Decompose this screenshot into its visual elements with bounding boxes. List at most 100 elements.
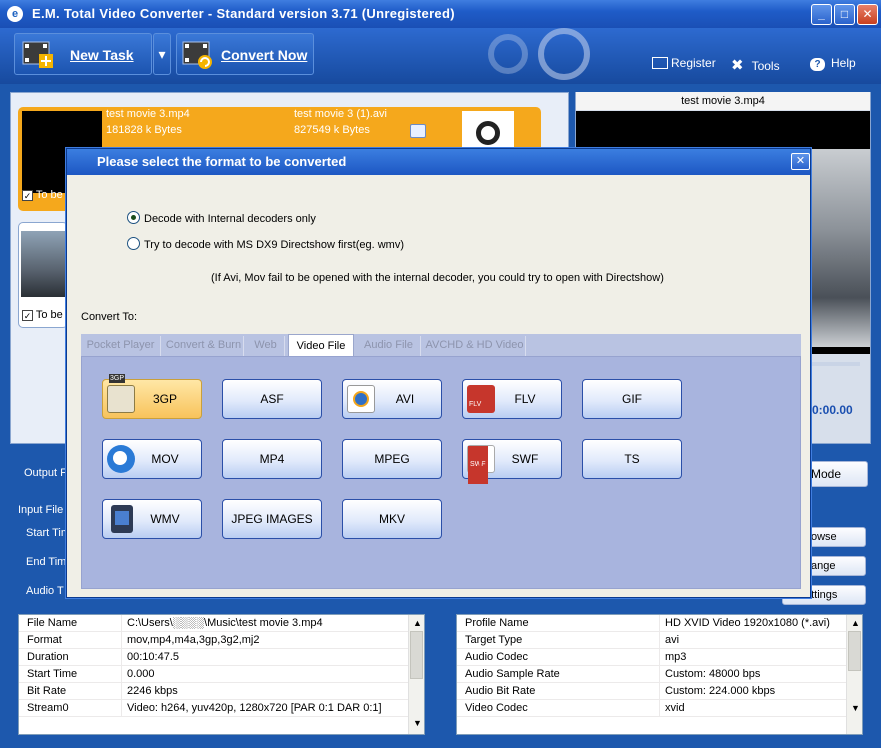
title-bar[interactable]: e E.M. Total Video Converter - Standard …: [0, 0, 881, 28]
row-value: 00:10:47.5: [127, 651, 179, 663]
help-link[interactable]: ? Help: [810, 56, 856, 71]
task-thumbnail-2: [21, 231, 67, 297]
task-source-name: test movie 3.mp4: [106, 108, 190, 120]
wrench-icon: ✖: [731, 57, 744, 74]
format-wmv-label: WMV: [150, 512, 180, 526]
maximize-button[interactable]: □: [834, 4, 855, 25]
video-frame: [812, 149, 870, 347]
scroll-thumb[interactable]: [848, 631, 861, 671]
start-time-label: Start Tim: [26, 527, 71, 539]
scroll-down-icon[interactable]: ▼: [413, 718, 422, 728]
format-jpeg-button[interactable]: JPEG IMAGES: [222, 499, 322, 539]
row-key: Audio Bit Rate: [465, 685, 536, 697]
row-key: Start Time: [27, 668, 78, 680]
format-mp4-button[interactable]: MP4: [222, 439, 322, 479]
task-checkbox-2[interactable]: ✓ To be: [22, 309, 63, 321]
radio-internal-decoders[interactable]: Decode with Internal decoders only: [127, 211, 316, 225]
input-list-scrollbar[interactable]: ▲ ▼: [408, 615, 424, 734]
output-list-scrollbar[interactable]: ▲ ▼: [846, 615, 862, 734]
radio-directshow[interactable]: Try to decode with MS DX9 Directshow fir…: [127, 237, 404, 251]
tab-avchd-hd-video[interactable]: AVCHD & HD Video: [424, 336, 526, 356]
mode-button[interactable]: Mode: [806, 461, 868, 487]
tools-link[interactable]: ✖ Tools: [731, 56, 780, 74]
table-row[interactable]: Format mov,mp4,m4a,3gp,3g2,mj2: [19, 632, 408, 649]
row-key: Video Codec: [465, 702, 528, 714]
radio-unselected-icon: [127, 237, 140, 250]
format-grid: 3GP 3GP ASF AVI FLV FLV GIF MOV MP4 MPEG…: [81, 356, 801, 589]
scroll-down-icon[interactable]: ▼: [851, 703, 860, 713]
format-ts-button[interactable]: TS: [582, 439, 682, 479]
format-mpeg-button[interactable]: MPEG: [342, 439, 442, 479]
row-value: 2246 kbps: [127, 685, 178, 697]
format-mkv-button[interactable]: MKV: [342, 499, 442, 539]
task-checkbox-1[interactable]: ✓ To be: [22, 189, 63, 201]
row-divider: [457, 716, 846, 717]
scroll-up-icon[interactable]: ▲: [413, 618, 422, 628]
table-row[interactable]: Target Type avi: [457, 632, 846, 649]
row-value: Custom: 224.000 kbps: [665, 685, 776, 697]
format-mov-button[interactable]: MOV: [102, 439, 202, 479]
format-3gp-button[interactable]: 3GP 3GP: [102, 374, 202, 419]
format-wmv-button[interactable]: WMV: [102, 499, 202, 539]
format-mp4-label: MP4: [259, 452, 285, 466]
row-key: Audio Codec: [465, 651, 528, 663]
convert-now-button[interactable]: Convert Now: [176, 33, 314, 75]
output-info-list[interactable]: Profile Name HD XVID Video 1920x1080 (*.a…: [456, 614, 863, 735]
table-row[interactable]: Audio Codec mp3: [457, 649, 846, 666]
dialog-title-bar[interactable]: Please select the format to be converted…: [67, 149, 810, 175]
format-flv-label: FLV: [514, 392, 536, 406]
preview-timecode: 0:00.00: [812, 403, 853, 417]
preview-seek-bar[interactable]: [812, 362, 860, 366]
table-row[interactable]: File Name C:\Users\░░░░\Music\test movie …: [19, 615, 408, 632]
row-value: mp3: [665, 651, 687, 663]
format-asf-button[interactable]: ASF: [222, 379, 322, 419]
table-row[interactable]: Audio Sample Rate Custom: 48000 bps: [457, 666, 846, 683]
tab-audio-file[interactable]: Audio File: [357, 336, 421, 356]
tab-video-file[interactable]: Video File: [288, 334, 354, 356]
table-row[interactable]: Profile Name HD XVID Video 1920x1080 (*.a…: [457, 615, 846, 632]
format-avi-label: AVI: [395, 392, 415, 406]
scroll-up-icon[interactable]: ▲: [851, 618, 860, 628]
format-ts-label: TS: [624, 452, 640, 466]
dialog-close-button[interactable]: ✕: [791, 153, 810, 170]
format-asf-label: ASF: [260, 392, 284, 406]
format-mov-label: MOV: [151, 452, 179, 466]
row-key: Format: [27, 634, 62, 646]
row-value: avi: [665, 634, 680, 646]
minimize-button[interactable]: _: [811, 4, 832, 25]
tab-convert-burn[interactable]: Convert & Burn: [164, 336, 244, 356]
app-logo-icon: e: [7, 6, 23, 22]
task-target-name: test movie 3 (1).avi: [294, 108, 387, 120]
format-swf-button[interactable]: SWF ƒ SWF: [462, 439, 562, 484]
output-folder-label: Output F: [24, 467, 67, 479]
radio-selected-icon: [127, 211, 140, 224]
scroll-thumb[interactable]: [410, 631, 423, 679]
task-source-size: 181828 k Bytes: [106, 124, 182, 136]
magnify-icon[interactable]: [410, 124, 426, 138]
new-task-dropdown[interactable]: ▾: [153, 33, 171, 75]
register-link[interactable]: Register: [652, 56, 716, 70]
convert-now-label: Convert Now: [221, 47, 308, 63]
help-label: Help: [831, 56, 856, 70]
close-window-button[interactable]: ✕: [857, 4, 878, 25]
row-value: HD XVID Video 1920x1080 (*.avi): [665, 617, 830, 629]
format-gif-button[interactable]: GIF: [582, 379, 682, 419]
row-key: Audio Sample Rate: [465, 668, 560, 680]
row-value: 0.000: [127, 668, 155, 680]
table-row[interactable]: Audio Bit Rate Custom: 224.000 kbps: [457, 683, 846, 700]
new-task-button[interactable]: New Task: [14, 33, 152, 75]
table-row[interactable]: Stream0 Video: h264, yuv420p, 1280x720 [P…: [19, 700, 408, 717]
tab-pocket-player[interactable]: Pocket Player: [81, 336, 161, 356]
table-row[interactable]: Duration 00:10:47.5: [19, 649, 408, 666]
row-key: Bit Rate: [27, 685, 67, 697]
format-flv-button[interactable]: FLV FLV: [462, 379, 562, 419]
tab-web[interactable]: Web: [247, 336, 285, 356]
format-avi-button[interactable]: AVI: [342, 379, 442, 419]
row-value: Video: h264, yuv420p, 1280x720 [PAR 0:1 …: [127, 702, 382, 714]
table-row[interactable]: Start Time 0.000: [19, 666, 408, 683]
input-info-list[interactable]: File Name C:\Users\░░░░\Music\test movie …: [18, 614, 425, 735]
table-row[interactable]: Bit Rate 2246 kbps: [19, 683, 408, 700]
task-item-2[interactable]: ✓ To be: [18, 222, 68, 328]
convert-to-label: Convert To:: [81, 311, 138, 323]
table-row[interactable]: Video Codec xvid: [457, 700, 846, 717]
